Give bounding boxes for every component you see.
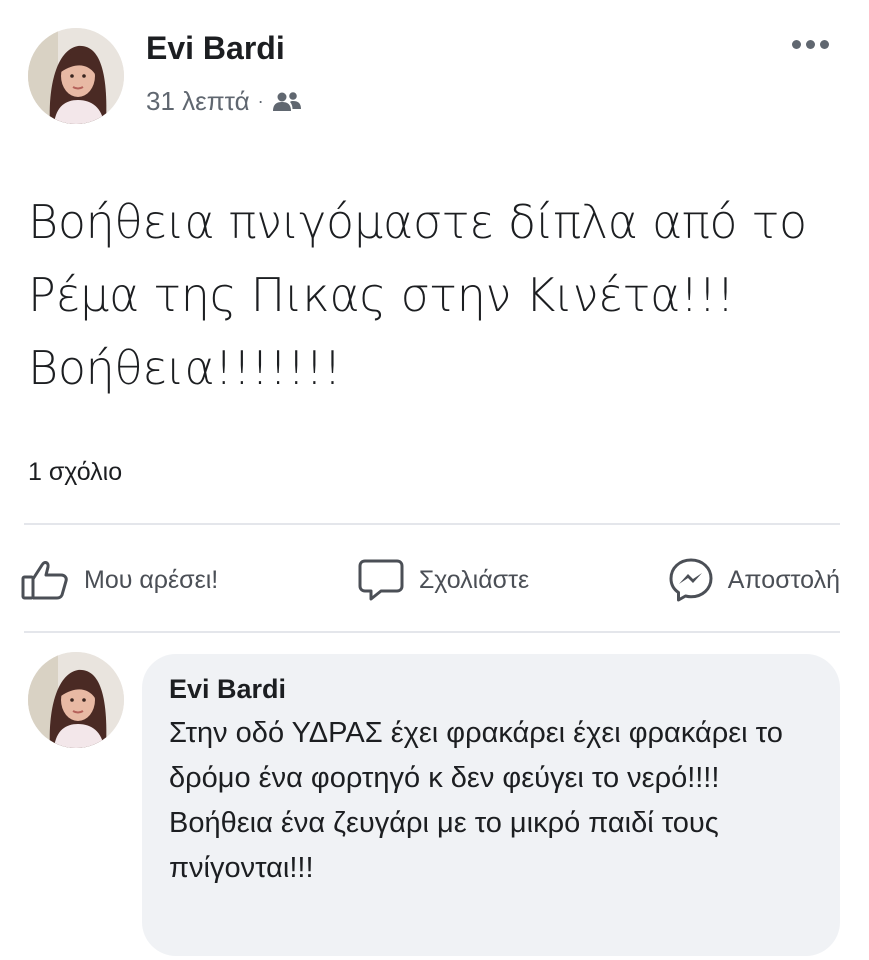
messenger-icon xyxy=(669,558,713,602)
thumbs-up-icon xyxy=(21,561,68,600)
post-meta: 31 λεπτά · xyxy=(146,86,302,117)
divider xyxy=(24,631,840,633)
friends-icon[interactable] xyxy=(272,91,302,113)
send-button[interactable]: Αποστολή xyxy=(668,557,840,603)
facebook-post: Evi Bardi 31 λεπτά · Βοήθεια πνιγόμαστε … xyxy=(0,0,869,960)
comment-bubble-icon xyxy=(358,559,404,601)
more-options-icon[interactable] xyxy=(792,40,829,49)
comment-text: Στην οδό ΥΔΡΑΣ έχει φρακάρει έχει φρακάρ… xyxy=(169,717,783,884)
comment-label: Σχολιάστε xyxy=(418,565,530,594)
like-label: Μου αρέσει! xyxy=(84,565,219,594)
more-dot xyxy=(792,40,801,49)
send-label: Αποστολή xyxy=(727,565,840,594)
comment-avatar[interactable] xyxy=(28,652,124,748)
comment-count[interactable]: 1 σχόλιο xyxy=(28,458,122,487)
comment-button[interactable]: Σχολιάστε xyxy=(357,558,529,602)
like-button[interactable]: Μου αρέσει! xyxy=(20,559,218,601)
more-dot xyxy=(806,40,815,49)
action-bar: Μου αρέσει! Σχολιάστε Αποστολή xyxy=(20,550,840,610)
post-timestamp[interactable]: 31 λεπτά xyxy=(146,86,250,117)
divider xyxy=(24,523,840,525)
post-text: Βοήθεια πνιγόμαστε δίπλα από το Ρέμα της… xyxy=(28,195,807,395)
more-dot xyxy=(820,40,829,49)
comment-author-name[interactable]: Evi Bardi xyxy=(169,674,820,705)
avatar[interactable] xyxy=(28,28,124,124)
avatar-photo xyxy=(28,652,124,748)
comment-bubble: Evi Bardi Στην οδό ΥΔΡΑΣ έχει φρακάρει έ… xyxy=(142,654,840,956)
meta-separator: · xyxy=(257,91,264,111)
post-author-name[interactable]: Evi Bardi xyxy=(146,30,285,67)
avatar-photo xyxy=(28,28,124,124)
